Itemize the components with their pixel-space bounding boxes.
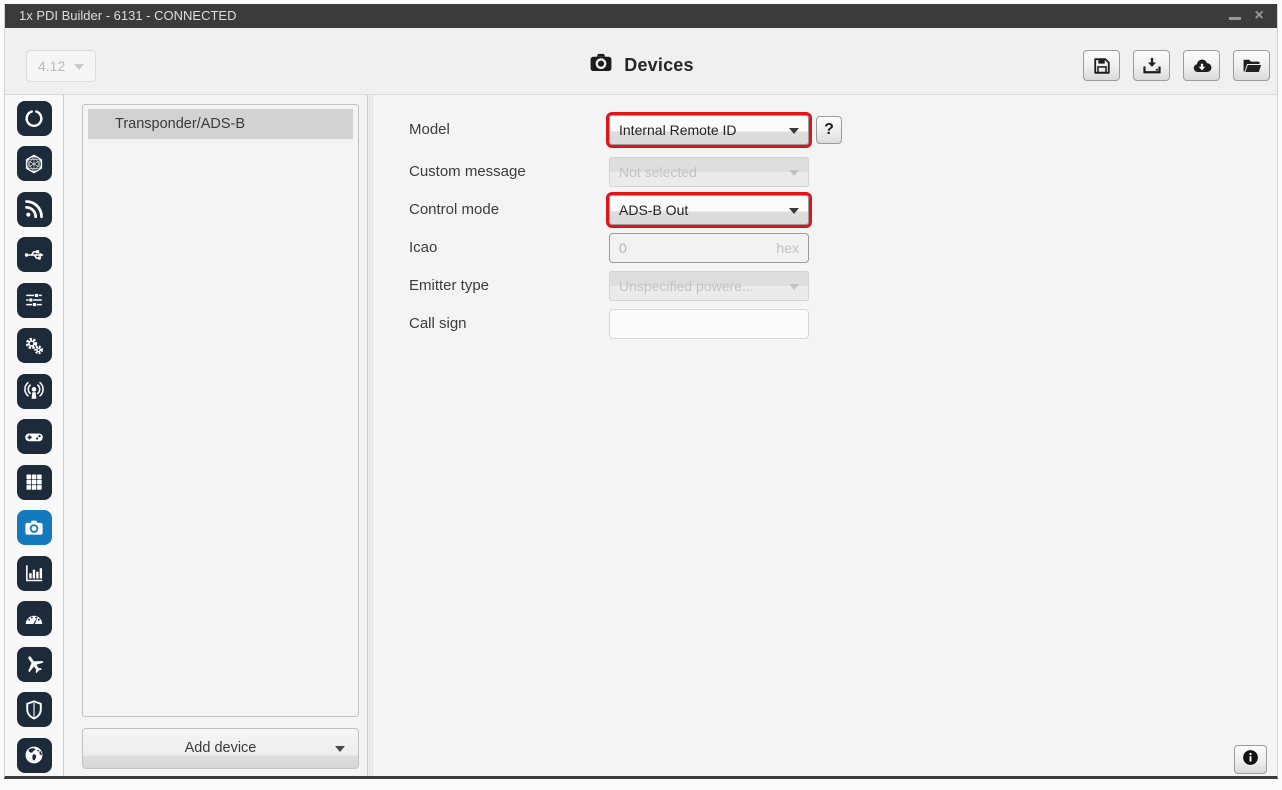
- import-button[interactable]: [1133, 50, 1170, 81]
- chevron-down-icon: [789, 284, 799, 290]
- add-device-button[interactable]: Add device: [82, 728, 359, 769]
- chart-icon: [23, 562, 45, 584]
- sidebar-item-safety[interactable]: [17, 692, 52, 727]
- icao-unit: hex: [776, 240, 799, 256]
- cloud-download-button[interactable]: [1183, 50, 1220, 81]
- sidebar-item-broadcast[interactable]: [17, 374, 52, 409]
- device-list-item[interactable]: Transponder/ADS-B: [88, 109, 353, 139]
- sidebar-item-world[interactable]: [17, 738, 52, 773]
- power-icon: [23, 107, 45, 129]
- app-window: 1x PDI Builder - 6131 - CONNECTED × 4.12…: [4, 4, 1278, 779]
- import-icon: [1141, 55, 1163, 77]
- chevron-down-icon: [74, 64, 84, 70]
- model-dropdown[interactable]: Internal Remote ID: [609, 115, 809, 145]
- sidebar-item-matrix[interactable]: [17, 465, 52, 500]
- title-bar: 1x PDI Builder - 6131 - CONNECTED ×: [5, 4, 1277, 28]
- camera-icon: [23, 517, 45, 539]
- cloud-download-icon: [1191, 55, 1213, 77]
- control-mode-value: ADS-B Out: [619, 202, 688, 218]
- main-area: Transponder/ADS-B Add device Model Inter…: [5, 95, 1277, 776]
- help-button[interactable]: ?: [816, 116, 842, 144]
- usb-icon: [23, 244, 45, 266]
- sidebar-item-usb[interactable]: [17, 237, 52, 272]
- sliders-icon: [23, 289, 45, 311]
- shield-icon: [23, 699, 45, 721]
- call-sign-label: Call sign: [409, 315, 467, 332]
- custom-message-value: Not selected: [619, 164, 697, 180]
- model-label: Model: [409, 121, 450, 138]
- save-button[interactable]: [1083, 50, 1120, 81]
- panel-splitter[interactable]: [367, 95, 375, 776]
- gears-icon: [23, 335, 45, 357]
- control-mode-label: Control mode: [409, 201, 499, 218]
- icao-input[interactable]: 0 hex: [609, 233, 809, 263]
- emitter-type-dropdown[interactable]: Unspecified powere...: [609, 271, 809, 301]
- sidebar-item-flight[interactable]: [17, 647, 52, 682]
- platform-icon: [23, 153, 45, 175]
- save-icon: [1091, 55, 1113, 77]
- grid-icon: [23, 471, 45, 493]
- icao-label: Icao: [409, 239, 437, 256]
- broadcast-icon: [23, 380, 45, 402]
- open-folder-button[interactable]: [1233, 50, 1270, 81]
- page-title: Devices: [624, 55, 693, 76]
- sidebar-item-power[interactable]: [17, 101, 52, 136]
- chevron-down-icon: [789, 128, 799, 134]
- close-button[interactable]: ×: [1249, 4, 1269, 28]
- emitter-type-value: Unspecified powere...: [619, 278, 754, 294]
- sidebar-item-telemetry[interactable]: [17, 192, 52, 227]
- module-sidebar: [5, 95, 64, 776]
- open-folder-icon: [1241, 55, 1263, 77]
- version-value: 4.12: [38, 58, 65, 74]
- toolbar: 4.12 Devices: [5, 28, 1277, 95]
- chevron-down-icon: [789, 208, 799, 214]
- sidebar-item-gauge[interactable]: [17, 601, 52, 636]
- info-button[interactable]: [1234, 745, 1267, 774]
- add-device-label: Add device: [185, 740, 257, 756]
- sidebar-item-settings[interactable]: [17, 328, 52, 363]
- call-sign-input[interactable]: [609, 309, 809, 339]
- minimize-icon: [1229, 17, 1241, 20]
- globe-icon: [23, 744, 45, 766]
- model-value: Internal Remote ID: [619, 122, 737, 138]
- sidebar-item-joystick[interactable]: [17, 419, 52, 454]
- info-icon: [1241, 748, 1260, 772]
- window-title: 1x PDI Builder - 6131 - CONNECTED: [19, 4, 236, 28]
- icao-value: 0: [619, 240, 627, 256]
- device-list-panel: Transponder/ADS-B: [82, 104, 359, 717]
- gamepad-icon: [23, 426, 45, 448]
- sidebar-item-platform[interactable]: [17, 146, 52, 181]
- custom-message-label: Custom message: [409, 163, 526, 180]
- custom-message-dropdown[interactable]: Not selected: [609, 157, 809, 187]
- telemetry-icon: [23, 198, 45, 220]
- plane-icon: [23, 653, 45, 675]
- sidebar-item-devices[interactable]: [17, 510, 52, 545]
- version-select[interactable]: 4.12: [26, 50, 96, 82]
- control-mode-dropdown[interactable]: ADS-B Out: [609, 195, 809, 225]
- gauge-icon: [23, 608, 45, 630]
- sidebar-item-sliders[interactable]: [17, 283, 52, 318]
- sidebar-item-charts[interactable]: [17, 556, 52, 591]
- emitter-type-label: Emitter type: [409, 277, 489, 294]
- minimize-button[interactable]: [1225, 4, 1245, 28]
- camera-icon: [588, 50, 614, 81]
- chevron-down-icon: [789, 170, 799, 176]
- chevron-down-icon: [335, 746, 345, 752]
